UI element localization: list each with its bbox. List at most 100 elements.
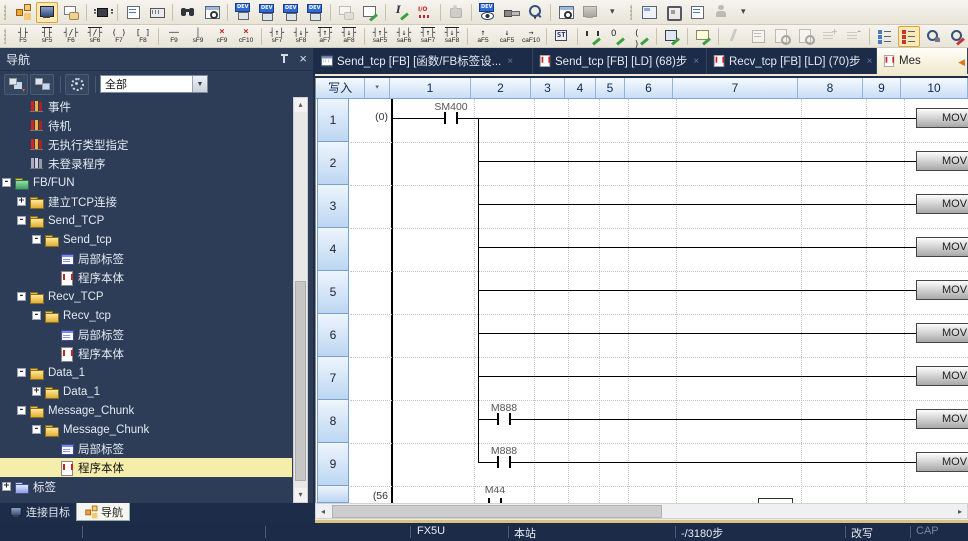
delete-vertical-line-button[interactable]: × cF10 xyxy=(235,26,257,47)
toolbar-overflow-2-icon[interactable] xyxy=(734,2,756,23)
row-number[interactable]: 4 xyxy=(317,228,349,271)
open-contact[interactable] xyxy=(497,456,511,468)
vertical-line-button[interactable]: │ sF9 xyxy=(187,26,209,47)
settings-button[interactable] xyxy=(65,74,89,95)
row-number[interactable]: 6 xyxy=(317,314,349,357)
tree-item-recv-tcp[interactable]: - Recv_TCP xyxy=(0,287,292,306)
window-gray-icon[interactable] xyxy=(579,2,601,23)
tab-recv-tcp-ld[interactable]: Recv_tcp [FB] [LD] (70)步 × xyxy=(707,48,877,74)
close-icon[interactable]: × xyxy=(299,53,307,65)
tree-item-send-tcp[interactable]: - Send_TCP xyxy=(0,211,292,230)
tree-display-button[interactable] xyxy=(4,74,28,95)
rising-pulse-button[interactable]: ┤↑├ sF7 xyxy=(266,26,288,47)
tab-close-icon[interactable]: × xyxy=(507,56,513,67)
edit-block-icon[interactable] xyxy=(661,26,683,47)
parallel-rising-pulse-button[interactable]: ┤↑├ aF7 xyxy=(314,26,336,47)
row-number[interactable]: 1 xyxy=(317,99,349,142)
option-gray-icon[interactable] xyxy=(445,2,467,23)
lightning-gray-icon[interactable] xyxy=(723,26,745,47)
pulse-ndiff-open-button[interactable]: ┤↑├ saF5 xyxy=(369,26,391,47)
tree-item-fb-fun[interactable]: - FB/FUN xyxy=(0,173,292,192)
delete-line-gray-icon[interactable] xyxy=(843,26,865,47)
tree-item-data1[interactable]: - Data_1 xyxy=(0,363,292,382)
tree-item-recv-local-label[interactable]: 局部标签 xyxy=(0,325,292,344)
nav-tab-navigation[interactable]: 导航 xyxy=(76,503,130,521)
mov-instruction[interactable]: MOV xyxy=(916,452,968,472)
pin-icon[interactable] xyxy=(280,54,289,64)
horizontal-scrollbar[interactable]: ◂ ▸ xyxy=(315,503,968,519)
list-icon[interactable] xyxy=(686,2,708,23)
tree-scrollbar-thumb[interactable] xyxy=(295,281,306,481)
mov-instruction[interactable]: MOV xyxy=(916,151,968,171)
tree-item-chunk-program-body[interactable]: 程序本体 xyxy=(0,458,292,477)
document-gray-icon[interactable] xyxy=(747,26,769,47)
jump-button[interactable]: → caF10 xyxy=(520,26,542,47)
nav-tab-connection-target[interactable]: 连接目标 xyxy=(2,503,76,521)
expand-toggle[interactable]: - xyxy=(32,235,41,244)
mov-instruction[interactable]: MOV xyxy=(916,323,968,343)
find-icon[interactable] xyxy=(177,2,199,23)
row-number[interactable]: 9 xyxy=(317,443,349,486)
expand-toggle[interactable]: - xyxy=(32,425,41,434)
find-device-icon[interactable] xyxy=(922,26,944,47)
closed-contact-button[interactable]: ┤/├ F6 xyxy=(60,26,82,47)
parallel-open-contact-button[interactable]: ┤├ sF5 xyxy=(36,26,58,47)
project-view-icon[interactable] xyxy=(12,2,34,23)
display-tree-icon[interactable] xyxy=(874,26,896,47)
expand-toggle[interactable]: + xyxy=(2,482,11,491)
device-comment-icon[interactable] xyxy=(60,2,82,23)
open-contact[interactable] xyxy=(444,112,458,124)
loop-icon[interactable] xyxy=(662,2,684,23)
expand-toggle[interactable]: - xyxy=(17,292,26,301)
find-document-gray-icon[interactable] xyxy=(771,26,793,47)
tree-item-recv-program-body[interactable]: 程序本体 xyxy=(0,344,292,363)
tab-scroll-left-icon[interactable]: ◀ xyxy=(955,48,968,76)
connection-icon[interactable] xyxy=(500,2,522,23)
find-edit-icon[interactable] xyxy=(946,26,968,47)
zoom-icon[interactable]: ▾ xyxy=(524,2,546,23)
expand-toggle[interactable]: - xyxy=(2,178,11,187)
tab-close-icon[interactable]: × xyxy=(693,56,699,67)
row-number[interactable] xyxy=(317,486,349,503)
tab-close-icon[interactable]: × xyxy=(867,56,873,67)
find-window-icon[interactable] xyxy=(201,2,223,23)
mov-instruction[interactable]: MOV xyxy=(916,280,968,300)
row-number[interactable]: 7 xyxy=(317,357,349,400)
parallel-closed-contact-button[interactable]: ┤/├ sF6 xyxy=(84,26,106,47)
expand-toggle[interactable]: - xyxy=(17,368,26,377)
monitor-status-icon[interactable] xyxy=(36,2,58,23)
open-contact[interactable] xyxy=(497,413,511,425)
st-inline-button[interactable] xyxy=(551,26,573,47)
open-contact-button[interactable]: ┤├ F5 xyxy=(12,26,34,47)
horizontal-scrollbar-thumb[interactable] xyxy=(332,505,662,518)
tree-item-unregistered-program[interactable]: 未登录程序 xyxy=(0,154,292,173)
window-zoom-icon[interactable] xyxy=(555,2,577,23)
label-edit-icon[interactable] xyxy=(390,2,412,23)
tree-item-send-tcp-fb[interactable]: - Send_tcp xyxy=(0,230,292,249)
expand-toggle[interactable]: - xyxy=(32,311,41,320)
mov-instruction[interactable]: MOV xyxy=(916,366,968,386)
edit-coil-icon[interactable] xyxy=(606,26,628,47)
expand-toggle[interactable]: - xyxy=(17,406,26,415)
tree-item-recv-tcp-fb[interactable]: - Recv_tcp xyxy=(0,306,292,325)
expand-toggle[interactable]: + xyxy=(32,387,41,396)
scroll-right-icon[interactable]: ▸ xyxy=(953,504,967,518)
user-gray-icon[interactable] xyxy=(710,2,732,23)
tree-filter-select[interactable]: 全部 ▼ xyxy=(100,75,208,93)
mov-instruction[interactable]: MOV xyxy=(916,409,968,429)
falling-pulse-button[interactable]: ┤↓├ sF8 xyxy=(290,26,312,47)
parallel-falling-pulse-button[interactable]: ┤↓├ aF8 xyxy=(338,26,360,47)
row-number[interactable]: 8 xyxy=(317,400,349,443)
program-editor-icon[interactable] xyxy=(122,2,144,23)
row-number[interactable]: 5 xyxy=(317,271,349,314)
scroll-up-icon[interactable]: ▴ xyxy=(294,98,307,112)
tab-send-tcp-label-settings[interactable]: Send_tcp [FB] [函数/FB标签设... × xyxy=(315,48,533,74)
tree-item-no-exec-type[interactable]: 无执行类型指定 xyxy=(0,135,292,154)
insert-line-gray-icon[interactable] xyxy=(819,26,841,47)
parameter-icon[interactable] xyxy=(91,2,113,23)
verify-edit-icon[interactable] xyxy=(359,2,381,23)
tree-item-message-chunk[interactable]: - Message_Chunk xyxy=(0,401,292,420)
rising-edge-button[interactable]: ↑ aF5 xyxy=(472,26,494,47)
tree-item-standby[interactable]: 待机 xyxy=(0,116,292,135)
tree-item-send-local-label[interactable]: 局部标签 xyxy=(0,249,292,268)
